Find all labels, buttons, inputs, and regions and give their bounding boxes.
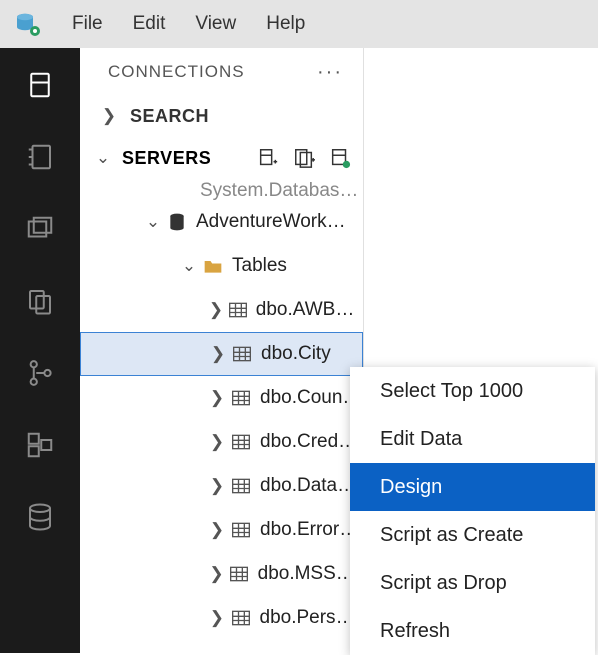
chevron-right-icon: ❯ bbox=[207, 344, 229, 364]
app-icon bbox=[14, 10, 42, 38]
context-menu-item[interactable]: Script as Create bbox=[350, 511, 595, 559]
tree-label: dbo.Data… bbox=[260, 475, 356, 497]
tree-label: dbo.Persc… bbox=[260, 607, 363, 629]
context-menu-item[interactable]: Refresh bbox=[350, 607, 595, 655]
search-label: SEARCH bbox=[130, 106, 209, 127]
activity-source-control-icon[interactable] bbox=[23, 356, 57, 390]
tree-label: System.Databas… bbox=[200, 180, 358, 200]
tree-label: dbo.Coun… bbox=[260, 387, 361, 409]
tree-table-row[interactable]: ❯ dbo.Persc… bbox=[80, 596, 363, 640]
chevron-right-icon: ❯ bbox=[206, 432, 228, 452]
tree-table-row[interactable]: ❯dbo.Persc… bbox=[80, 640, 363, 653]
chevron-down-icon: ⌄ bbox=[178, 256, 200, 276]
panel-more-icon[interactable]: ··· bbox=[317, 61, 343, 84]
menu-edit[interactable]: Edit bbox=[133, 13, 166, 35]
table-icon bbox=[228, 477, 254, 495]
chevron-right-icon: ❯ bbox=[206, 476, 228, 496]
chevron-right-icon: ❯ bbox=[206, 300, 226, 320]
tree-label: dbo.Error… bbox=[260, 519, 358, 541]
connections-panel: CONNECTIONS ··· ❯ SEARCH ⌄ SERVERS Syste… bbox=[80, 48, 364, 653]
database-icon bbox=[164, 212, 190, 232]
table-icon bbox=[227, 565, 252, 583]
tree-truncated-row[interactable]: System.Databas… bbox=[80, 180, 363, 200]
activity-explorer-icon[interactable] bbox=[23, 212, 57, 246]
tree-label: dbo.City bbox=[261, 343, 331, 365]
menu-view[interactable]: View bbox=[195, 13, 236, 35]
tree-label: dbo.MSSC… bbox=[258, 563, 363, 585]
table-icon bbox=[228, 521, 254, 539]
activity-notebooks-icon[interactable] bbox=[23, 140, 57, 174]
chevron-right-icon: ❯ bbox=[206, 520, 228, 540]
tree-label: AdventureWork… bbox=[196, 211, 346, 233]
new-connection-icon[interactable] bbox=[257, 147, 279, 169]
context-menu-item[interactable]: Select Top 1000 bbox=[350, 367, 595, 415]
chevron-right-icon: ❯ bbox=[206, 608, 228, 628]
context-menu-item[interactable]: Design bbox=[350, 463, 595, 511]
server-actions bbox=[257, 147, 351, 169]
activity-copy-icon[interactable] bbox=[23, 284, 57, 318]
activity-connections-icon[interactable] bbox=[23, 68, 57, 102]
tree-database-row[interactable]: ⌄ AdventureWork… bbox=[80, 200, 363, 244]
servers-section[interactable]: ⌄ SERVERS bbox=[80, 136, 363, 180]
context-menu: Select Top 1000Edit DataDesignScript as … bbox=[350, 367, 595, 655]
folder-icon bbox=[200, 257, 226, 275]
chevron-right-icon: ❯ bbox=[206, 564, 227, 584]
table-icon bbox=[228, 389, 254, 407]
chevron-down-icon: ⌄ bbox=[92, 148, 114, 168]
tree-label: Tables bbox=[232, 255, 287, 277]
tree-table-row[interactable]: ❯ dbo.Cred… bbox=[80, 420, 363, 464]
table-icon bbox=[228, 609, 254, 627]
activity-extensions-icon[interactable] bbox=[23, 428, 57, 462]
table-icon bbox=[229, 345, 255, 363]
server-status-icon[interactable] bbox=[329, 147, 351, 169]
menu-help[interactable]: Help bbox=[266, 13, 305, 35]
panel-header: CONNECTIONS ··· bbox=[80, 48, 363, 96]
menubar: File Edit View Help bbox=[0, 0, 598, 48]
activity-database-icon[interactable] bbox=[23, 500, 57, 534]
tree-table-row[interactable]: ❯ dbo.Error… bbox=[80, 508, 363, 552]
tree-table-row[interactable]: ❯ dbo.AWBuil… bbox=[80, 288, 363, 332]
menu-items: File Edit View Help bbox=[72, 13, 305, 35]
chevron-right-icon: ❯ bbox=[98, 106, 120, 126]
menu-file[interactable]: File bbox=[72, 13, 103, 35]
server-tree: System.Databas… ⌄ AdventureWork… ⌄ Table… bbox=[80, 180, 363, 653]
context-menu-item[interactable]: Script as Drop bbox=[350, 559, 595, 607]
chevron-down-icon: ⌄ bbox=[142, 212, 164, 232]
servers-label: SERVERS bbox=[122, 148, 211, 169]
tree-table-row[interactable]: ❯ dbo.Data… bbox=[80, 464, 363, 508]
tree-table-row[interactable]: ❯ dbo.City bbox=[80, 332, 363, 376]
tree-label: dbo.Cred… bbox=[260, 431, 357, 453]
search-section[interactable]: ❯ SEARCH bbox=[80, 96, 363, 136]
table-icon bbox=[226, 301, 250, 319]
panel-title: CONNECTIONS bbox=[108, 62, 245, 82]
tree-tables-row[interactable]: ⌄ Tables bbox=[80, 244, 363, 288]
context-menu-item[interactable]: Edit Data bbox=[350, 415, 595, 463]
activity-bar bbox=[0, 48, 80, 653]
tree-table-row[interactable]: ❯ dbo.Coun… bbox=[80, 376, 363, 420]
new-group-icon[interactable] bbox=[293, 147, 315, 169]
chevron-right-icon: ❯ bbox=[206, 388, 228, 408]
tree-table-row[interactable]: ❯ dbo.MSSC… bbox=[80, 552, 363, 596]
tree-label: dbo.AWBuil… bbox=[256, 299, 363, 321]
table-icon bbox=[228, 433, 254, 451]
